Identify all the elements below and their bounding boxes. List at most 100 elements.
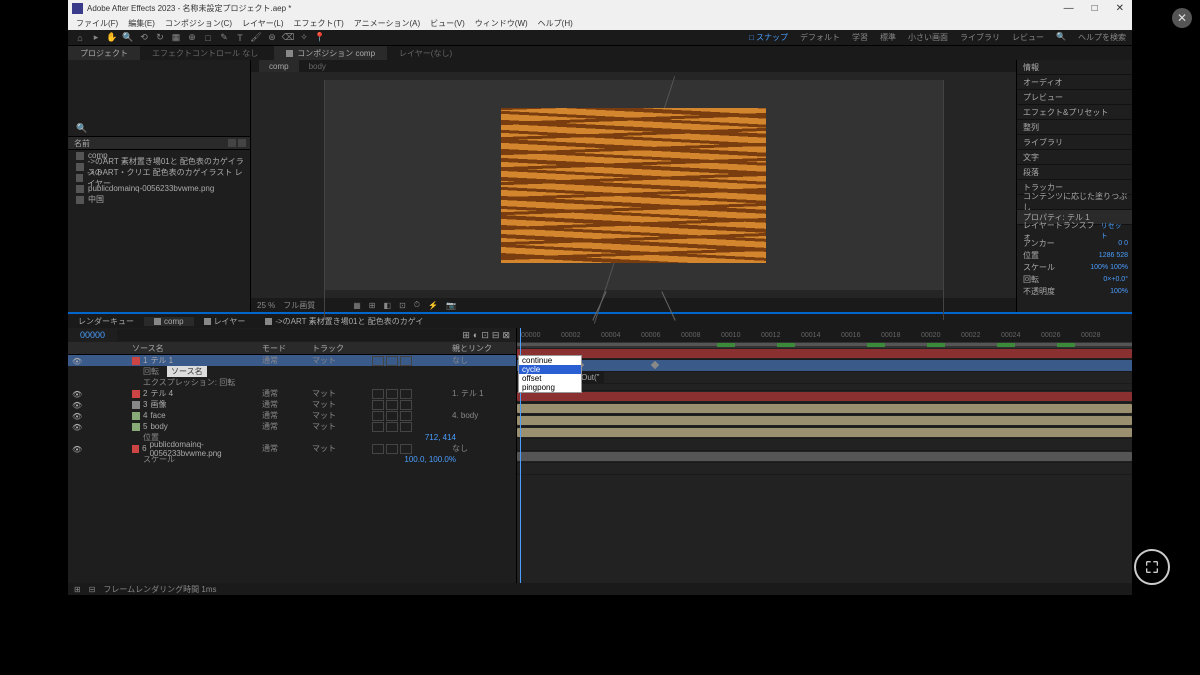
- selection-tool-icon[interactable]: ▸: [90, 32, 102, 44]
- switch[interactable]: [386, 356, 398, 366]
- tab-timeline-layer[interactable]: レイヤー: [194, 316, 256, 327]
- col-parent[interactable]: 親とリンク: [452, 343, 516, 354]
- zoom-level[interactable]: 25 %: [257, 301, 275, 310]
- eye-icon[interactable]: 👁: [72, 357, 80, 365]
- label-color[interactable]: [132, 412, 140, 420]
- comp-tab-comp[interactable]: comp: [259, 60, 299, 72]
- pen-tool-icon[interactable]: ✎: [218, 32, 230, 44]
- dropdown-item[interactable]: continue: [519, 356, 581, 365]
- eye-icon[interactable]: 👁: [72, 390, 80, 398]
- hand-tool-icon[interactable]: ✋: [106, 32, 118, 44]
- label-color[interactable]: [132, 390, 140, 398]
- project-item[interactable]: publicdomainq-0056233bvwme.png: [68, 183, 250, 194]
- eye-icon[interactable]: 👁: [72, 445, 80, 453]
- anchor-tool-icon[interactable]: ⊕: [186, 32, 198, 44]
- switch[interactable]: [386, 411, 398, 421]
- blend-mode[interactable]: 通常: [262, 388, 312, 399]
- viewer-icon[interactable]: ▦: [353, 301, 361, 310]
- layer-name[interactable]: face: [150, 411, 165, 420]
- switch[interactable]: [386, 389, 398, 399]
- close-button[interactable]: ✕: [1116, 3, 1124, 14]
- panel-content-fill[interactable]: コンテンツに応じた塗りつぶし: [1017, 195, 1132, 210]
- parent-link[interactable]: なし: [452, 443, 516, 454]
- rotate-tool-icon[interactable]: ↻: [154, 32, 166, 44]
- panel-align[interactable]: 整列: [1017, 120, 1132, 135]
- col-track[interactable]: トラック: [312, 343, 372, 354]
- text-tool-icon[interactable]: T: [234, 32, 246, 44]
- shape-tool-icon[interactable]: □: [202, 32, 214, 44]
- timeline-search[interactable]: [117, 329, 462, 341]
- layer-name[interactable]: body: [150, 422, 167, 431]
- property-value[interactable]: 100.0, 100.0%: [404, 455, 516, 464]
- viewer-icon[interactable]: ⏱: [414, 300, 420, 310]
- layer-row[interactable]: 👁 5body 通常 マット: [68, 421, 516, 432]
- switch[interactable]: [400, 400, 412, 410]
- blend-mode[interactable]: 通常: [262, 410, 312, 421]
- quality-select[interactable]: フル画質: [283, 300, 315, 311]
- tl-icon[interactable]: ⊡: [481, 330, 489, 341]
- workspace-standard[interactable]: 標準: [880, 32, 896, 43]
- track-matte[interactable]: マット: [312, 421, 372, 432]
- panel-info[interactable]: 情報: [1017, 60, 1132, 75]
- menu-view[interactable]: ビュー(V): [430, 18, 465, 29]
- viewer-icon[interactable]: ⊞: [369, 301, 376, 310]
- brush-tool-icon[interactable]: 🖌: [250, 32, 262, 44]
- tl-icon[interactable]: ⊟: [492, 330, 500, 341]
- viewer-icon[interactable]: ⚡: [428, 301, 438, 310]
- layer-row[interactable]: 👁 6publicdomainq-0056233bvwme.png 通常 マット…: [68, 443, 516, 454]
- layer-row[interactable]: 👁 3画像 通常 マット: [68, 399, 516, 410]
- label-color[interactable]: [132, 445, 139, 453]
- camera-tool-icon[interactable]: ▦: [170, 32, 182, 44]
- blend-mode[interactable]: 通常: [262, 399, 312, 410]
- switch[interactable]: [386, 400, 398, 410]
- switch[interactable]: [372, 356, 384, 366]
- proj-btn1[interactable]: [228, 139, 236, 147]
- viewer-icon[interactable]: ⊡: [399, 301, 406, 310]
- timecode[interactable]: 00000: [80, 330, 105, 340]
- property-value[interactable]: 712, 414: [425, 433, 516, 442]
- workspace-default[interactable]: デフォルト: [800, 32, 840, 43]
- layer-row[interactable]: 👁 2テル 4 通常 マット 1. テル 1: [68, 388, 516, 399]
- overlay-close-icon[interactable]: ✕: [1172, 8, 1192, 28]
- property-name[interactable]: スケール: [143, 454, 175, 465]
- layer-name[interactable]: テル 1: [150, 355, 173, 366]
- rename-field[interactable]: ソース名: [167, 366, 207, 377]
- track-matte[interactable]: マット: [312, 410, 372, 421]
- parent-link[interactable]: なし: [452, 355, 516, 366]
- switch[interactable]: [372, 444, 384, 454]
- tl-icon[interactable]: ⊞: [462, 330, 470, 341]
- camera-icon[interactable]: 📷: [446, 301, 456, 310]
- panel-preview[interactable]: プレビュー: [1017, 90, 1132, 105]
- footer-icon[interactable]: ⊞: [74, 585, 81, 594]
- switch[interactable]: [400, 389, 412, 399]
- tab-timeline-comp[interactable]: comp: [144, 317, 194, 326]
- stamp-tool-icon[interactable]: ⊛: [266, 32, 278, 44]
- col-mode[interactable]: モード: [262, 343, 312, 354]
- comp-tab-body[interactable]: body: [299, 62, 336, 71]
- project-item[interactable]: 中国: [68, 194, 250, 205]
- roto-tool-icon[interactable]: ✧: [298, 32, 310, 44]
- label-color[interactable]: [132, 357, 140, 365]
- tab-composition[interactable]: コンポジション comp: [274, 46, 387, 60]
- zoom-tool-icon[interactable]: 🔍: [122, 32, 134, 44]
- panel-character[interactable]: 文字: [1017, 150, 1132, 165]
- blend-mode[interactable]: 通常: [262, 355, 312, 366]
- menu-effect[interactable]: エフェクト(T): [294, 18, 344, 29]
- layer-row[interactable]: 👁 4face 通常 マット 4. body: [68, 410, 516, 421]
- switch[interactable]: [372, 422, 384, 432]
- switch[interactable]: [400, 444, 412, 454]
- menu-edit[interactable]: 編集(E): [128, 18, 155, 29]
- parent-link[interactable]: 1. テル 1: [452, 388, 516, 399]
- viewer-icon[interactable]: ◧: [384, 301, 392, 310]
- switch[interactable]: [400, 356, 412, 366]
- home-icon[interactable]: ⌂: [74, 32, 86, 44]
- switch[interactable]: [386, 422, 398, 432]
- layer-row[interactable]: 👁 1テル 1 通常 マット なし: [68, 355, 516, 366]
- menu-help[interactable]: ヘルプ(H): [538, 18, 573, 29]
- layer-name[interactable]: テル 4: [150, 388, 173, 399]
- footer-icon[interactable]: ⊟: [89, 585, 96, 594]
- dropdown-item[interactable]: offset: [519, 374, 581, 383]
- eye-icon[interactable]: 👁: [72, 401, 80, 409]
- workspace-library[interactable]: ライブラリ: [960, 32, 1000, 43]
- switch[interactable]: [400, 411, 412, 421]
